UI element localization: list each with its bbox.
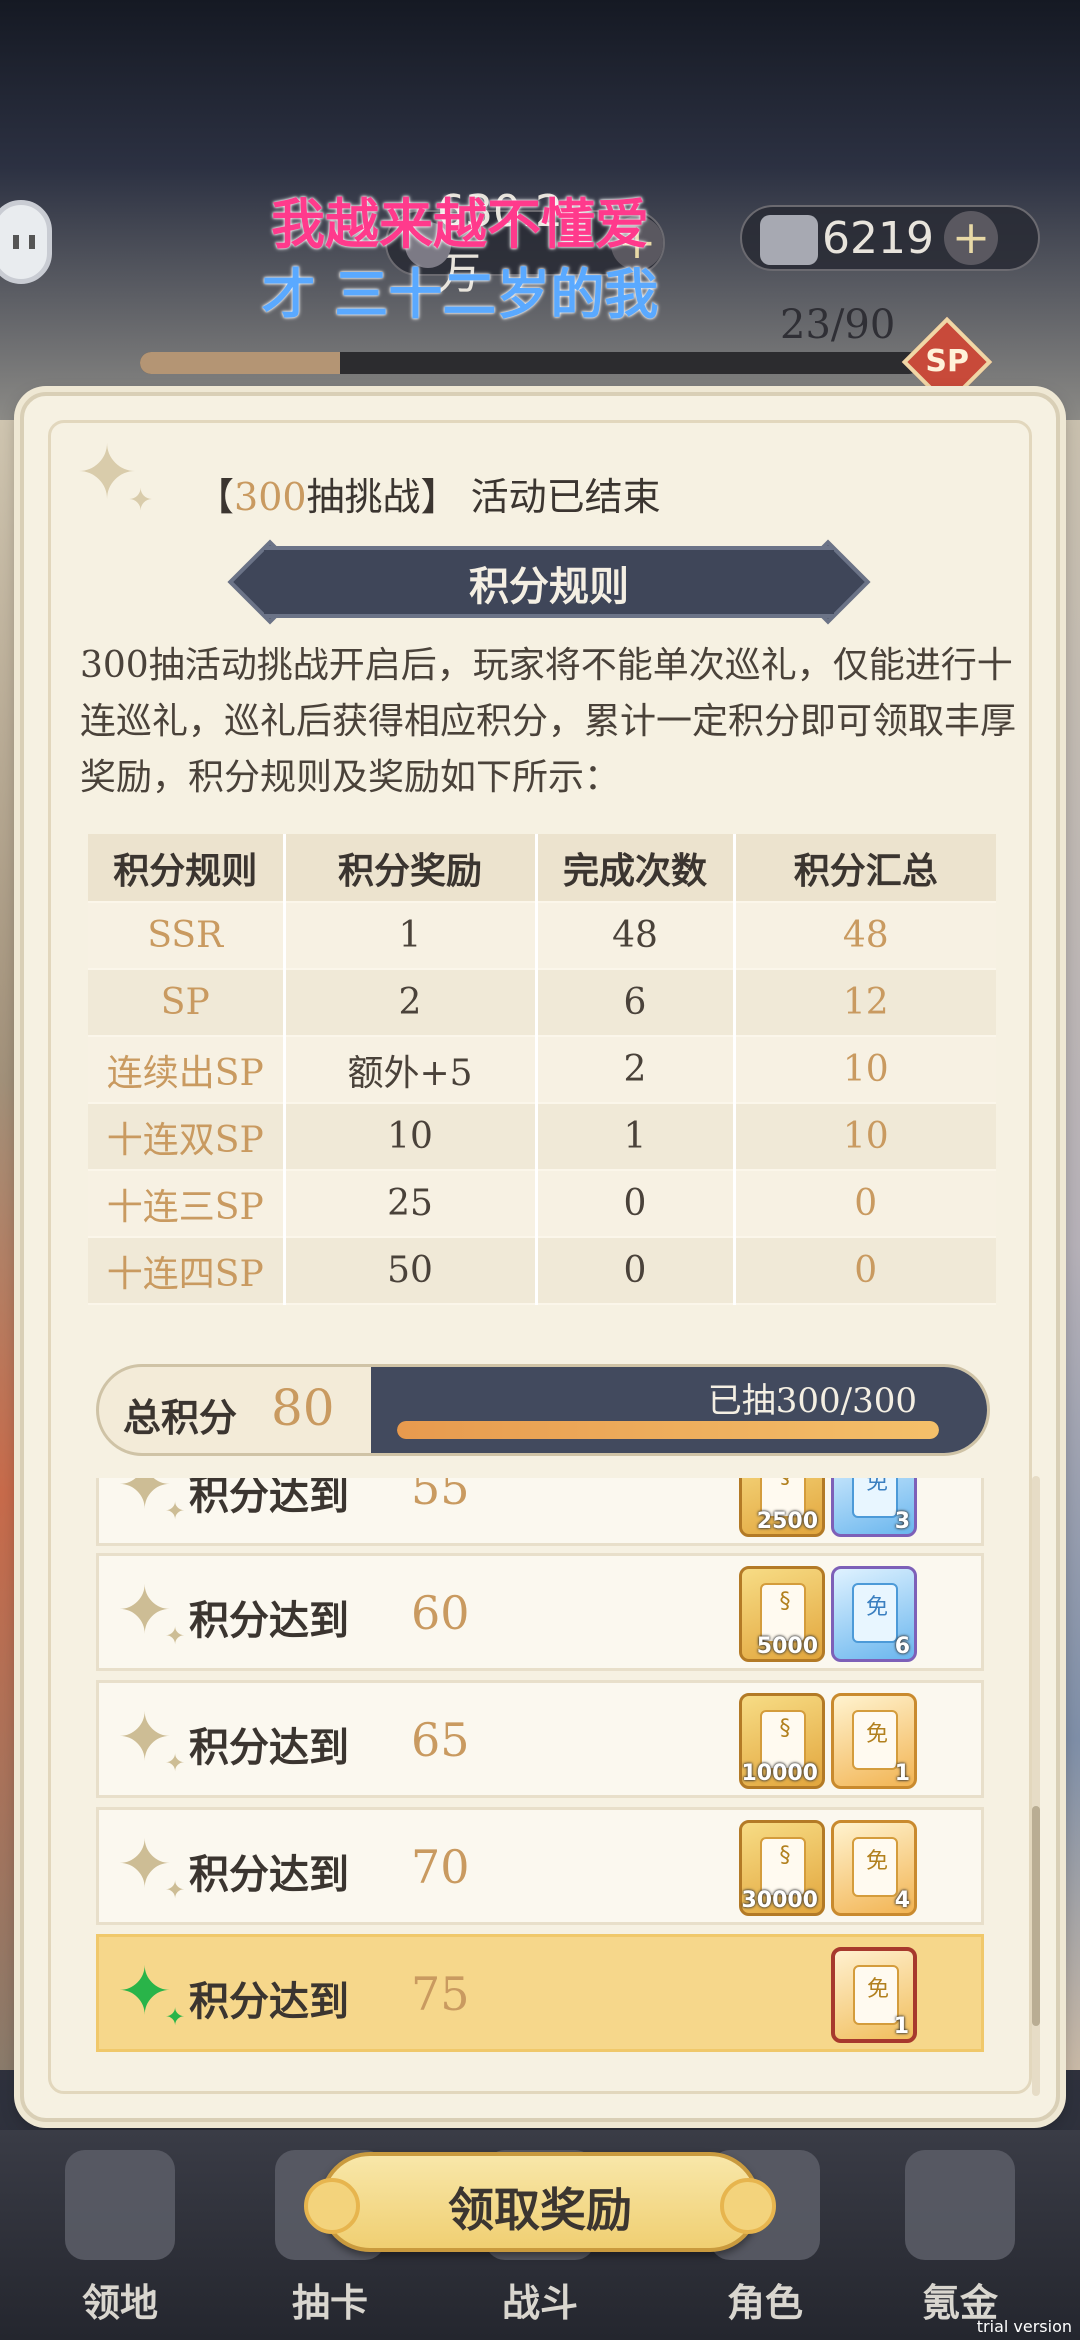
points-rules-table: 积分规则 积分奖励 完成次数 积分汇总 SSR 1 48 48 SP 2 6 1…	[88, 834, 996, 1305]
coin-ticket-item-icon[interactable]: §2500	[739, 1478, 825, 1537]
rule-count: 2	[536, 1036, 736, 1104]
rule-total: 48	[734, 902, 996, 970]
reward-row[interactable]: ✦✦积分达到55§2500免3	[96, 1478, 984, 1546]
panel-title: 【300抽挑战】 活动已结束	[196, 475, 661, 519]
rules-description: 300抽活动挑战开启后，玩家将不能单次巡礼，仅能进行十连巡礼，巡礼后获得相应积分…	[80, 645, 1017, 798]
draws-progress-bar	[397, 1421, 939, 1439]
star-small-icon: ✦	[165, 1622, 186, 1650]
nav-shop[interactable]: 氪金	[885, 2150, 1035, 2327]
reward-threshold-label: 积分达到	[189, 1478, 349, 1519]
rule-count: 1	[536, 1103, 736, 1171]
rule-points: 10	[284, 1103, 538, 1171]
watermark: trial version	[976, 2317, 1072, 2336]
castle-icon	[65, 2150, 175, 2260]
total-points-label: 总积分	[123, 1395, 238, 1440]
rule-name: 十连四SP	[88, 1237, 286, 1305]
draws-count: 已抽300/300	[707, 1381, 917, 1421]
table-row: 十连四SP 50 0 0	[88, 1237, 996, 1305]
reward-row[interactable]: ✦ ✦ 积分达到 60 § 5000 免 6	[96, 1553, 984, 1671]
total-points-value: 80	[271, 1379, 335, 1437]
nav-territory[interactable]: 领地	[45, 2150, 195, 2327]
reward-threshold-label: 积分达到	[189, 1724, 349, 1771]
reward-threshold-value: 55	[411, 1478, 470, 1515]
reward-threshold-label: 积分达到	[189, 1597, 349, 1644]
section-title: 积分规则	[469, 563, 629, 610]
sparkle-small-icon: ✦	[128, 483, 154, 518]
table-row: SP 2 6 12	[88, 969, 996, 1037]
summon-ticket-item-icon[interactable]: 免1	[831, 1693, 917, 1789]
rule-name: 十连双SP	[88, 1103, 286, 1171]
treasure-chest-icon	[905, 2150, 1015, 2260]
rule-count: 48	[536, 902, 736, 970]
section-ribbon: 积分规则	[227, 539, 871, 625]
rule-name: SP	[88, 969, 286, 1037]
summon-ticket-item-icon[interactable]: 免6	[831, 1566, 917, 1662]
pity-progress-bar	[140, 352, 920, 374]
rule-points: 额外+5	[284, 1036, 538, 1104]
table-header: 积分规则	[88, 834, 286, 903]
rule-total: 0	[734, 1170, 996, 1238]
star-small-icon: ✦	[165, 1876, 186, 1904]
reward-row[interactable]: ✦ ✦ 积分达到 70 § 30000 免 4	[96, 1807, 984, 1925]
rule-points: 50	[284, 1237, 538, 1305]
lyric-line-1: 我越来越不懂爱	[271, 193, 649, 256]
star-small-icon: ✦	[165, 1497, 186, 1525]
item-quantity: 30000	[741, 1888, 818, 1913]
rule-points: 2	[284, 969, 538, 1037]
item-quantity: 6	[894, 1634, 910, 1659]
rule-count: 6	[536, 969, 736, 1037]
rule-total: 12	[734, 969, 996, 1037]
rule-name: 十连三SP	[88, 1170, 286, 1238]
reward-threshold-value: 75	[411, 1967, 470, 2021]
table-row: 十连三SP 25 0 0	[88, 1170, 996, 1238]
coin-ticket-item-icon[interactable]: § 30000	[739, 1820, 825, 1916]
rule-total: 0	[734, 1237, 996, 1305]
rule-total: 10	[734, 1103, 996, 1171]
pity-counter: 23/90	[780, 302, 896, 348]
item-quantity: 3	[894, 1509, 910, 1534]
table-header: 完成次数	[536, 834, 736, 903]
summon-ticket-item-icon[interactable]: 免4	[831, 1820, 917, 1916]
reward-threshold-value: 65	[411, 1713, 470, 1767]
table-row: SSR 1 48 48	[88, 902, 996, 970]
rule-count: 0	[536, 1170, 736, 1238]
star-small-icon: ✦	[165, 2003, 186, 2031]
reward-threshold-value: 70	[411, 1840, 470, 1894]
reward-row[interactable]: ✦ ✦ 积分达到 75 免 1	[96, 1934, 984, 2052]
reward-scrollbar[interactable]	[1032, 1476, 1040, 2096]
table-row: 连续出SP 额外+5 2 10	[88, 1036, 996, 1104]
coin-ticket-item-icon[interactable]: § 5000	[739, 1566, 825, 1662]
reward-threshold-label: 积分达到	[189, 1851, 349, 1898]
challenge-panel: ✦ ✦ 【300抽挑战】 活动已结束 积分规则 300抽活动挑战开启后，玩家将不…	[20, 392, 1060, 2122]
table-row: 十连双SP 10 1 10	[88, 1103, 996, 1171]
reward-threshold-label: 积分达到	[189, 1978, 349, 2025]
item-quantity: 4	[894, 1888, 910, 1913]
summon-ticket-item-icon[interactable]: 免3	[831, 1478, 917, 1537]
reward-row[interactable]: ✦ ✦ 积分达到 65 § 10000 免 1	[96, 1680, 984, 1798]
item-quantity: 5000	[756, 1634, 818, 1659]
item-quantity: 10000	[741, 1761, 818, 1786]
rule-points: 1	[284, 902, 538, 970]
coin-ticket-item-icon[interactable]: § 10000	[739, 1693, 825, 1789]
reward-list[interactable]: ✦✦积分达到55§2500免3✦✦积分达到60§5000免6✦✦积分达到65§1…	[96, 1478, 1004, 2088]
rule-total: 10	[734, 1036, 996, 1104]
reward-threshold-value: 60	[411, 1586, 470, 1640]
item-quantity: 1	[894, 1761, 910, 1786]
summon-ticket-item-icon[interactable]: 免1	[831, 1947, 917, 2043]
rule-count: 0	[536, 1237, 736, 1305]
rule-name: 连续出SP	[88, 1036, 286, 1104]
star-small-icon: ✦	[165, 1749, 186, 1777]
item-quantity: 1	[893, 2014, 909, 2039]
total-points-bar: 总积分 80 已抽300/300	[96, 1364, 990, 1456]
rule-points: 25	[284, 1170, 538, 1238]
item-quantity: 2500	[756, 1509, 818, 1534]
claim-reward-button[interactable]: 领取奖励	[304, 2152, 776, 2252]
rule-name: SSR	[88, 902, 286, 970]
table-header: 积分奖励	[284, 834, 538, 903]
table-header: 积分汇总	[734, 834, 996, 903]
